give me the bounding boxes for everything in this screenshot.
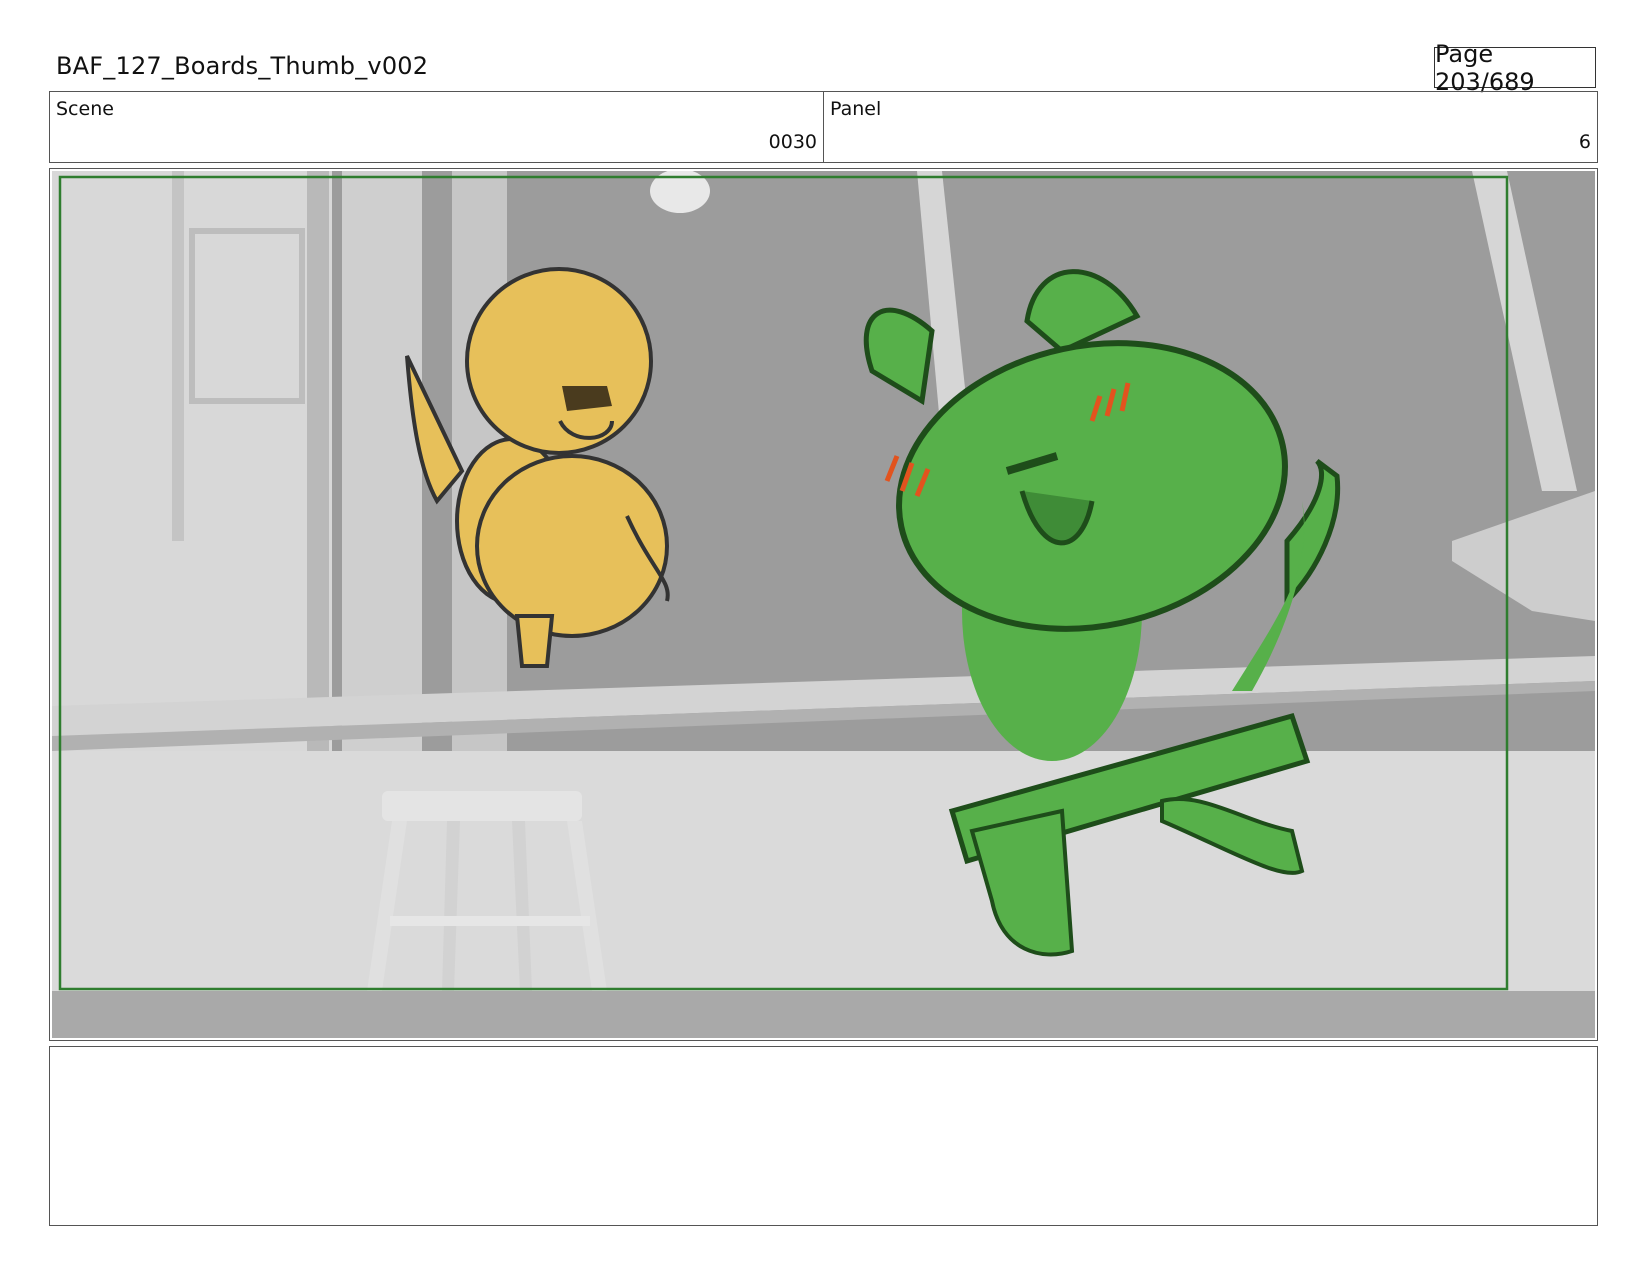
scene-cell: Scene 0030 [50, 92, 823, 162]
panel-cell: Panel 6 [823, 92, 1597, 162]
storyboard-drawing [52, 171, 1595, 1038]
document-title: BAF_127_Boards_Thumb_v002 [56, 52, 429, 80]
floor [52, 991, 1595, 1038]
scene-label: Scene [56, 98, 114, 120]
panel-label: Panel [830, 98, 882, 120]
counter-front [52, 751, 1595, 991]
storyboard-panel [49, 168, 1598, 1041]
page-indicator: Page 203/689 [1434, 40, 1596, 96]
panel-notes [49, 1046, 1598, 1226]
scene-panel-info: Scene 0030 Panel 6 [49, 91, 1598, 163]
scene-number: 0030 [768, 131, 817, 153]
stool-seat [382, 791, 582, 821]
panel-number: 6 [1578, 131, 1591, 153]
